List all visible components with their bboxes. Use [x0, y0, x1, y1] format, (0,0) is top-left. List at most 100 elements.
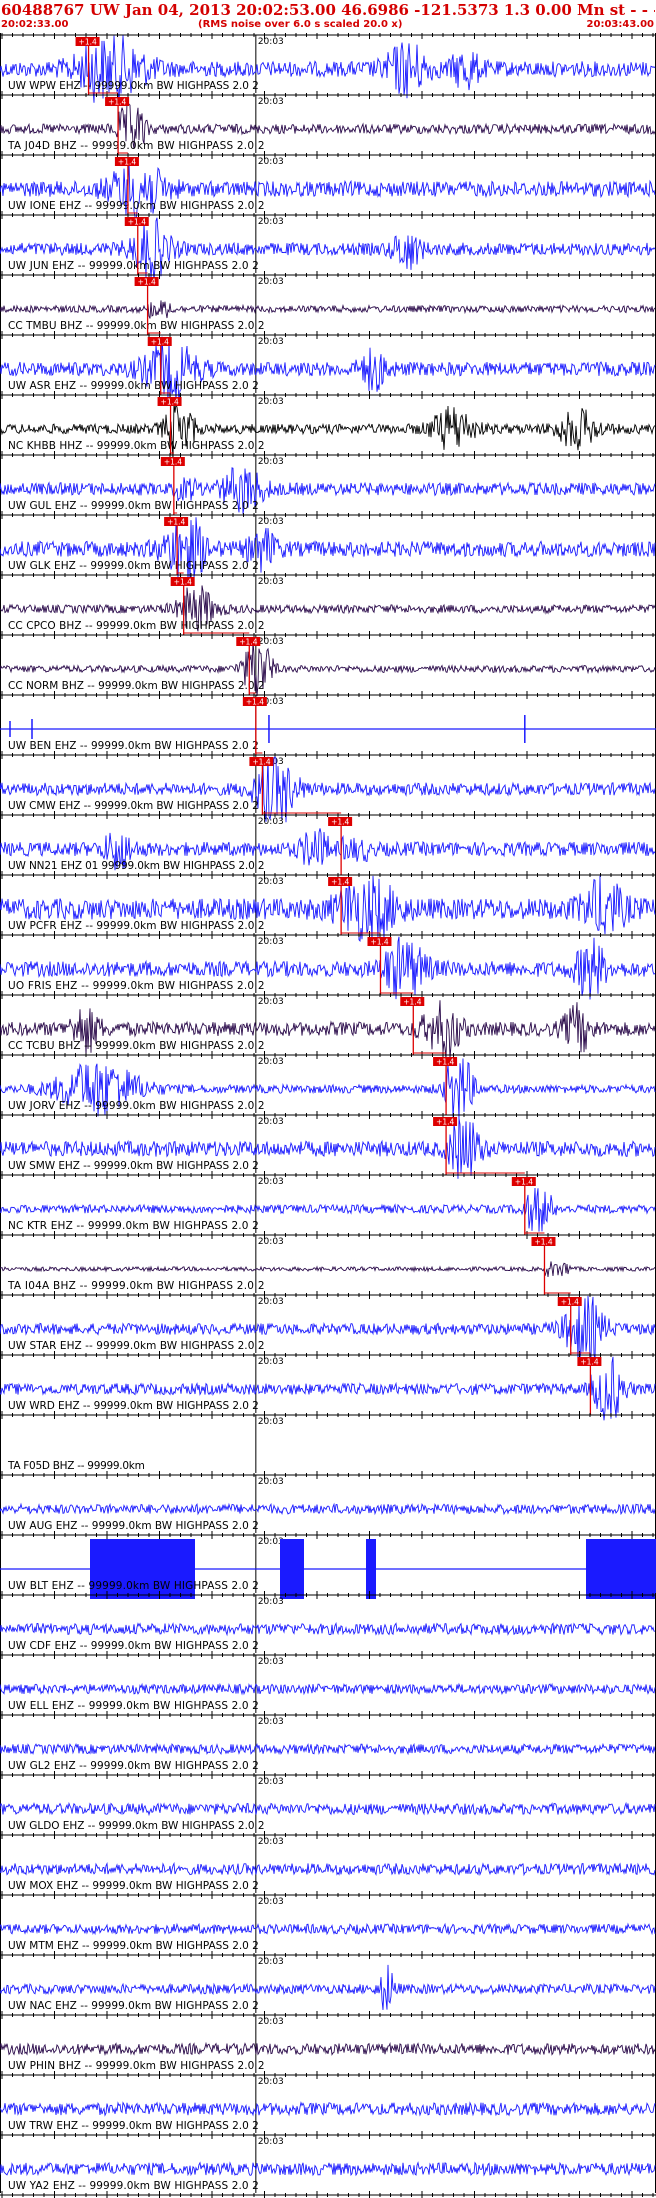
- pick-marker-label: +1.4: [436, 1058, 454, 1067]
- minute-marker-label: 20:03: [258, 2017, 284, 2027]
- minute-marker-label: 20:03: [258, 2137, 284, 2147]
- station-label: UW ASR EHZ -- 99999.0km BW HIGHPASS 2.0 …: [8, 380, 259, 392]
- minute-marker-label: 20:03: [258, 1477, 284, 1487]
- pick-marker-label: +1.4: [161, 398, 179, 407]
- waveform-uw-cdf: [0, 1621, 656, 1637]
- pick-marker-label: +1.4: [561, 1298, 579, 1307]
- saturated-block-uw-blt: [280, 1539, 304, 1599]
- start-time-label: 20:02:33.00: [1, 19, 69, 30]
- station-label: NC KHBB HHZ -- 99999.0km BW HIGHPASS 2.0…: [8, 440, 265, 452]
- minute-marker-label: 20:03: [258, 337, 284, 347]
- station-label: UW IONE EHZ -- 99999.0km BW HIGHPASS 2.0…: [8, 200, 265, 212]
- station-label: UW CDF EHZ -- 99999.0km BW HIGHPASS 2.0 …: [8, 1640, 259, 1652]
- minute-marker-label: 20:03: [258, 97, 284, 107]
- station-label: UW CMW EHZ -- 99999.0km BW HIGHPASS 2.0 …: [8, 800, 259, 812]
- pick-marker-label: +1.4: [138, 278, 156, 287]
- minute-marker-label: 20:03: [258, 817, 284, 827]
- minute-marker-label: 20:03: [258, 157, 284, 167]
- pick-marker-label: +1.4: [370, 938, 388, 947]
- saturated-block-uw-blt: [586, 1539, 656, 1599]
- minute-marker-label: 20:03: [258, 1177, 284, 1187]
- station-label: UW BEN EHZ -- 99999.0km BW HIGHPASS 2.0 …: [8, 740, 259, 752]
- pick-marker-label: +1.4: [108, 98, 126, 107]
- waveform-uw-asr: [0, 336, 656, 403]
- waveform-uw-trw: [0, 2101, 656, 2117]
- saturated-block-uw-blt: [366, 1539, 376, 1599]
- waveform-uw-aug: [0, 1502, 656, 1516]
- pick-marker-label: +1.4: [118, 158, 136, 167]
- waveform-uw-glk: [0, 517, 656, 582]
- minute-marker-label: 20:03: [258, 1297, 284, 1307]
- station-label: NC KTR EHZ -- 99999.0km BW HIGHPASS 2.0 …: [8, 1220, 259, 1232]
- pick-marker-label: +1.4: [515, 1178, 533, 1187]
- minute-marker-label: 20:03: [258, 1117, 284, 1127]
- waveform-uw-ell: [0, 1682, 656, 1696]
- station-label: UW SMW EHZ -- 99999.0km BW HIGHPASS 2.0 …: [8, 1160, 259, 1172]
- station-label: UW GL2 EHZ -- 99999.0km BW HIGHPASS 2.0 …: [8, 1760, 259, 1772]
- end-time-label: 20:03:43.00: [586, 19, 654, 30]
- minute-marker-label: 20:03: [258, 577, 284, 587]
- minute-marker-label: 20:03: [258, 937, 284, 947]
- minute-marker-label: 20:03: [258, 637, 284, 647]
- station-label: UW MOX EHZ -- 99999.0km BW HIGHPASS 2.0 …: [8, 1880, 259, 1892]
- waveform-uw-cmw: [0, 756, 656, 823]
- station-label: UW PCFR EHZ -- 99999.0km BW HIGHPASS 2.0…: [8, 920, 265, 932]
- minute-marker-label: 20:03: [258, 1897, 284, 1907]
- minute-marker-label: 20:03: [258, 1837, 284, 1847]
- pick-marker-label: +1.4: [436, 1118, 454, 1127]
- minute-marker-label: 20:03: [258, 37, 284, 47]
- station-label: UO FRIS EHZ -- 99999.0km BW HIGHPASS 2.0…: [8, 980, 265, 992]
- minute-marker-label: 20:03: [258, 2077, 284, 2087]
- pick-marker-label: +1.4: [252, 758, 270, 767]
- minute-marker-label: 20:03: [258, 1777, 284, 1787]
- pick-marker-label: +1.4: [151, 338, 169, 347]
- station-label: UW GLK EHZ -- 99999.0km BW HIGHPASS 2.0 …: [8, 560, 259, 572]
- station-label: TA F05D BHZ -- 99999.0km: [7, 1460, 145, 1472]
- pick-marker-label: +1.4: [174, 578, 192, 587]
- time-axis-uw-wpw-ticks: [1, 33, 654, 39]
- minute-marker-label: 20:03: [258, 997, 284, 1007]
- minute-marker-label: 20:03: [258, 1357, 284, 1367]
- noise-scaling-note: (RMS noise over 6.0 s scaled 20.0 x): [198, 19, 403, 30]
- minute-marker-label: 20:03: [258, 277, 284, 287]
- waveform-uw-star: [0, 1295, 656, 1363]
- station-label: UW BLT EHZ -- 99999.0km BW HIGHPASS 2.0 …: [8, 1580, 259, 1592]
- minute-marker-label: 20:03: [258, 217, 284, 227]
- pick-marker-label: +1.4: [534, 1238, 552, 1247]
- minute-marker-label: 20:03: [258, 1717, 284, 1727]
- minute-marker-label: 20:03: [258, 1957, 284, 1967]
- waveform-ta-i04a: [0, 1261, 656, 1278]
- minute-marker-label: 20:03: [258, 877, 284, 887]
- minute-marker-label: 20:03: [258, 1597, 284, 1607]
- minute-marker-label: 20:03: [258, 1657, 284, 1667]
- waveform-uw-ya2: [0, 2161, 656, 2177]
- station-label: TA I04A BHZ -- 99999.0km BW HIGHPASS 2.0…: [7, 1280, 265, 1292]
- station-label: UW NAC EHZ -- 99999.0km BW HIGHPASS 2.0 …: [8, 2000, 259, 2012]
- station-label: UW STAR EHZ -- 99999.0km BW HIGHPASS 2.0…: [8, 1340, 265, 1352]
- waveform-uw-gldo: [0, 1801, 656, 1817]
- waveform-uw-mtm: [0, 1922, 656, 1936]
- waveform-uw-phin: [0, 2041, 656, 2057]
- seismogram-panel: 20:03 UW WPW EHZ -- 99999.0km BW HIGHPASS…: [0, 33, 656, 2198]
- minute-marker-label: 20:03: [258, 517, 284, 527]
- station-label: CC TMBU BHZ -- 99999.0km BW HIGHPASS 2.0…: [8, 320, 265, 332]
- station-label: UW TRW EHZ -- 99999.0km BW HIGHPASS 2.0 …: [8, 2120, 259, 2132]
- pick-marker-label: +1.4: [331, 878, 349, 887]
- pick-marker-label: +1.4: [403, 998, 421, 1007]
- station-label: UW GLDO EHZ -- 99999.0km BW HIGHPASS 2.0…: [8, 1820, 265, 1832]
- minute-marker-label: 20:03: [258, 1057, 284, 1067]
- station-label: UW YA2 EHZ -- 99999.0km BW HIGHPASS 2.0 …: [8, 2180, 259, 2192]
- waveform-uw-mox: [0, 1861, 656, 1877]
- pick-marker-label: +1.4: [167, 518, 185, 527]
- station-label: TA J04D BHZ -- 99999.0km BW HIGHPASS 2.0…: [7, 140, 265, 152]
- minute-marker-label: 20:03: [258, 1537, 284, 1547]
- minute-marker-label: 20:03: [258, 1237, 284, 1247]
- station-label: UW WRD EHZ -- 99999.0km BW HIGHPASS 2.0 …: [8, 1400, 259, 1412]
- station-label: CC CPCO BHZ -- 99999.0km BW HIGHPASS 2.0…: [8, 620, 265, 632]
- station-label: CC NORM BHZ -- 99999.0km BW HIGHPASS 2.0…: [8, 680, 265, 692]
- pick-marker-label: +1.4: [79, 38, 97, 47]
- minute-marker-label: 20:03: [258, 397, 284, 407]
- station-label: UW JUN EHZ -- 99999.0km BW HIGHPASS 2.0 …: [8, 260, 259, 272]
- pick-marker-label: +1.4: [239, 638, 257, 647]
- minute-marker-label: 20:03: [258, 457, 284, 467]
